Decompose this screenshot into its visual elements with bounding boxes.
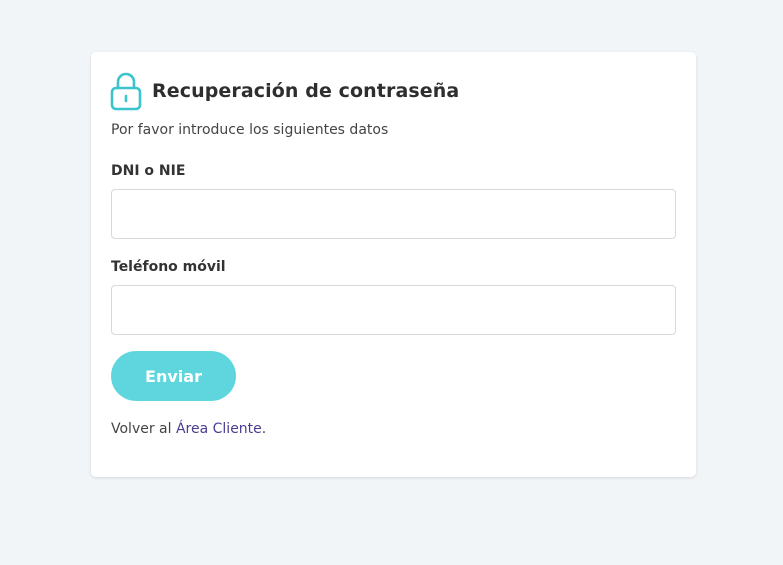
card-header: Recuperación de contraseña — [110, 71, 459, 111]
submit-button[interactable]: Enviar — [111, 351, 236, 401]
dni-label: DNI o NIE — [111, 163, 186, 179]
dni-input[interactable] — [111, 189, 676, 239]
phone-label: Teléfono móvil — [111, 259, 226, 275]
lock-icon — [110, 71, 142, 111]
page-title: Recuperación de contraseña — [152, 80, 460, 102]
password-recovery-card: Recuperación de contraseña Por favor int… — [91, 52, 696, 477]
footer-suffix: . — [261, 421, 267, 437]
area-cliente-link[interactable]: Área Cliente — [176, 421, 262, 437]
footer-text: Volver al Área Cliente. — [111, 421, 266, 437]
phone-input[interactable] — [111, 285, 676, 335]
instructions-text: Por favor introduce los siguientes datos — [111, 122, 389, 138]
footer-prefix: Volver al — [111, 421, 176, 437]
